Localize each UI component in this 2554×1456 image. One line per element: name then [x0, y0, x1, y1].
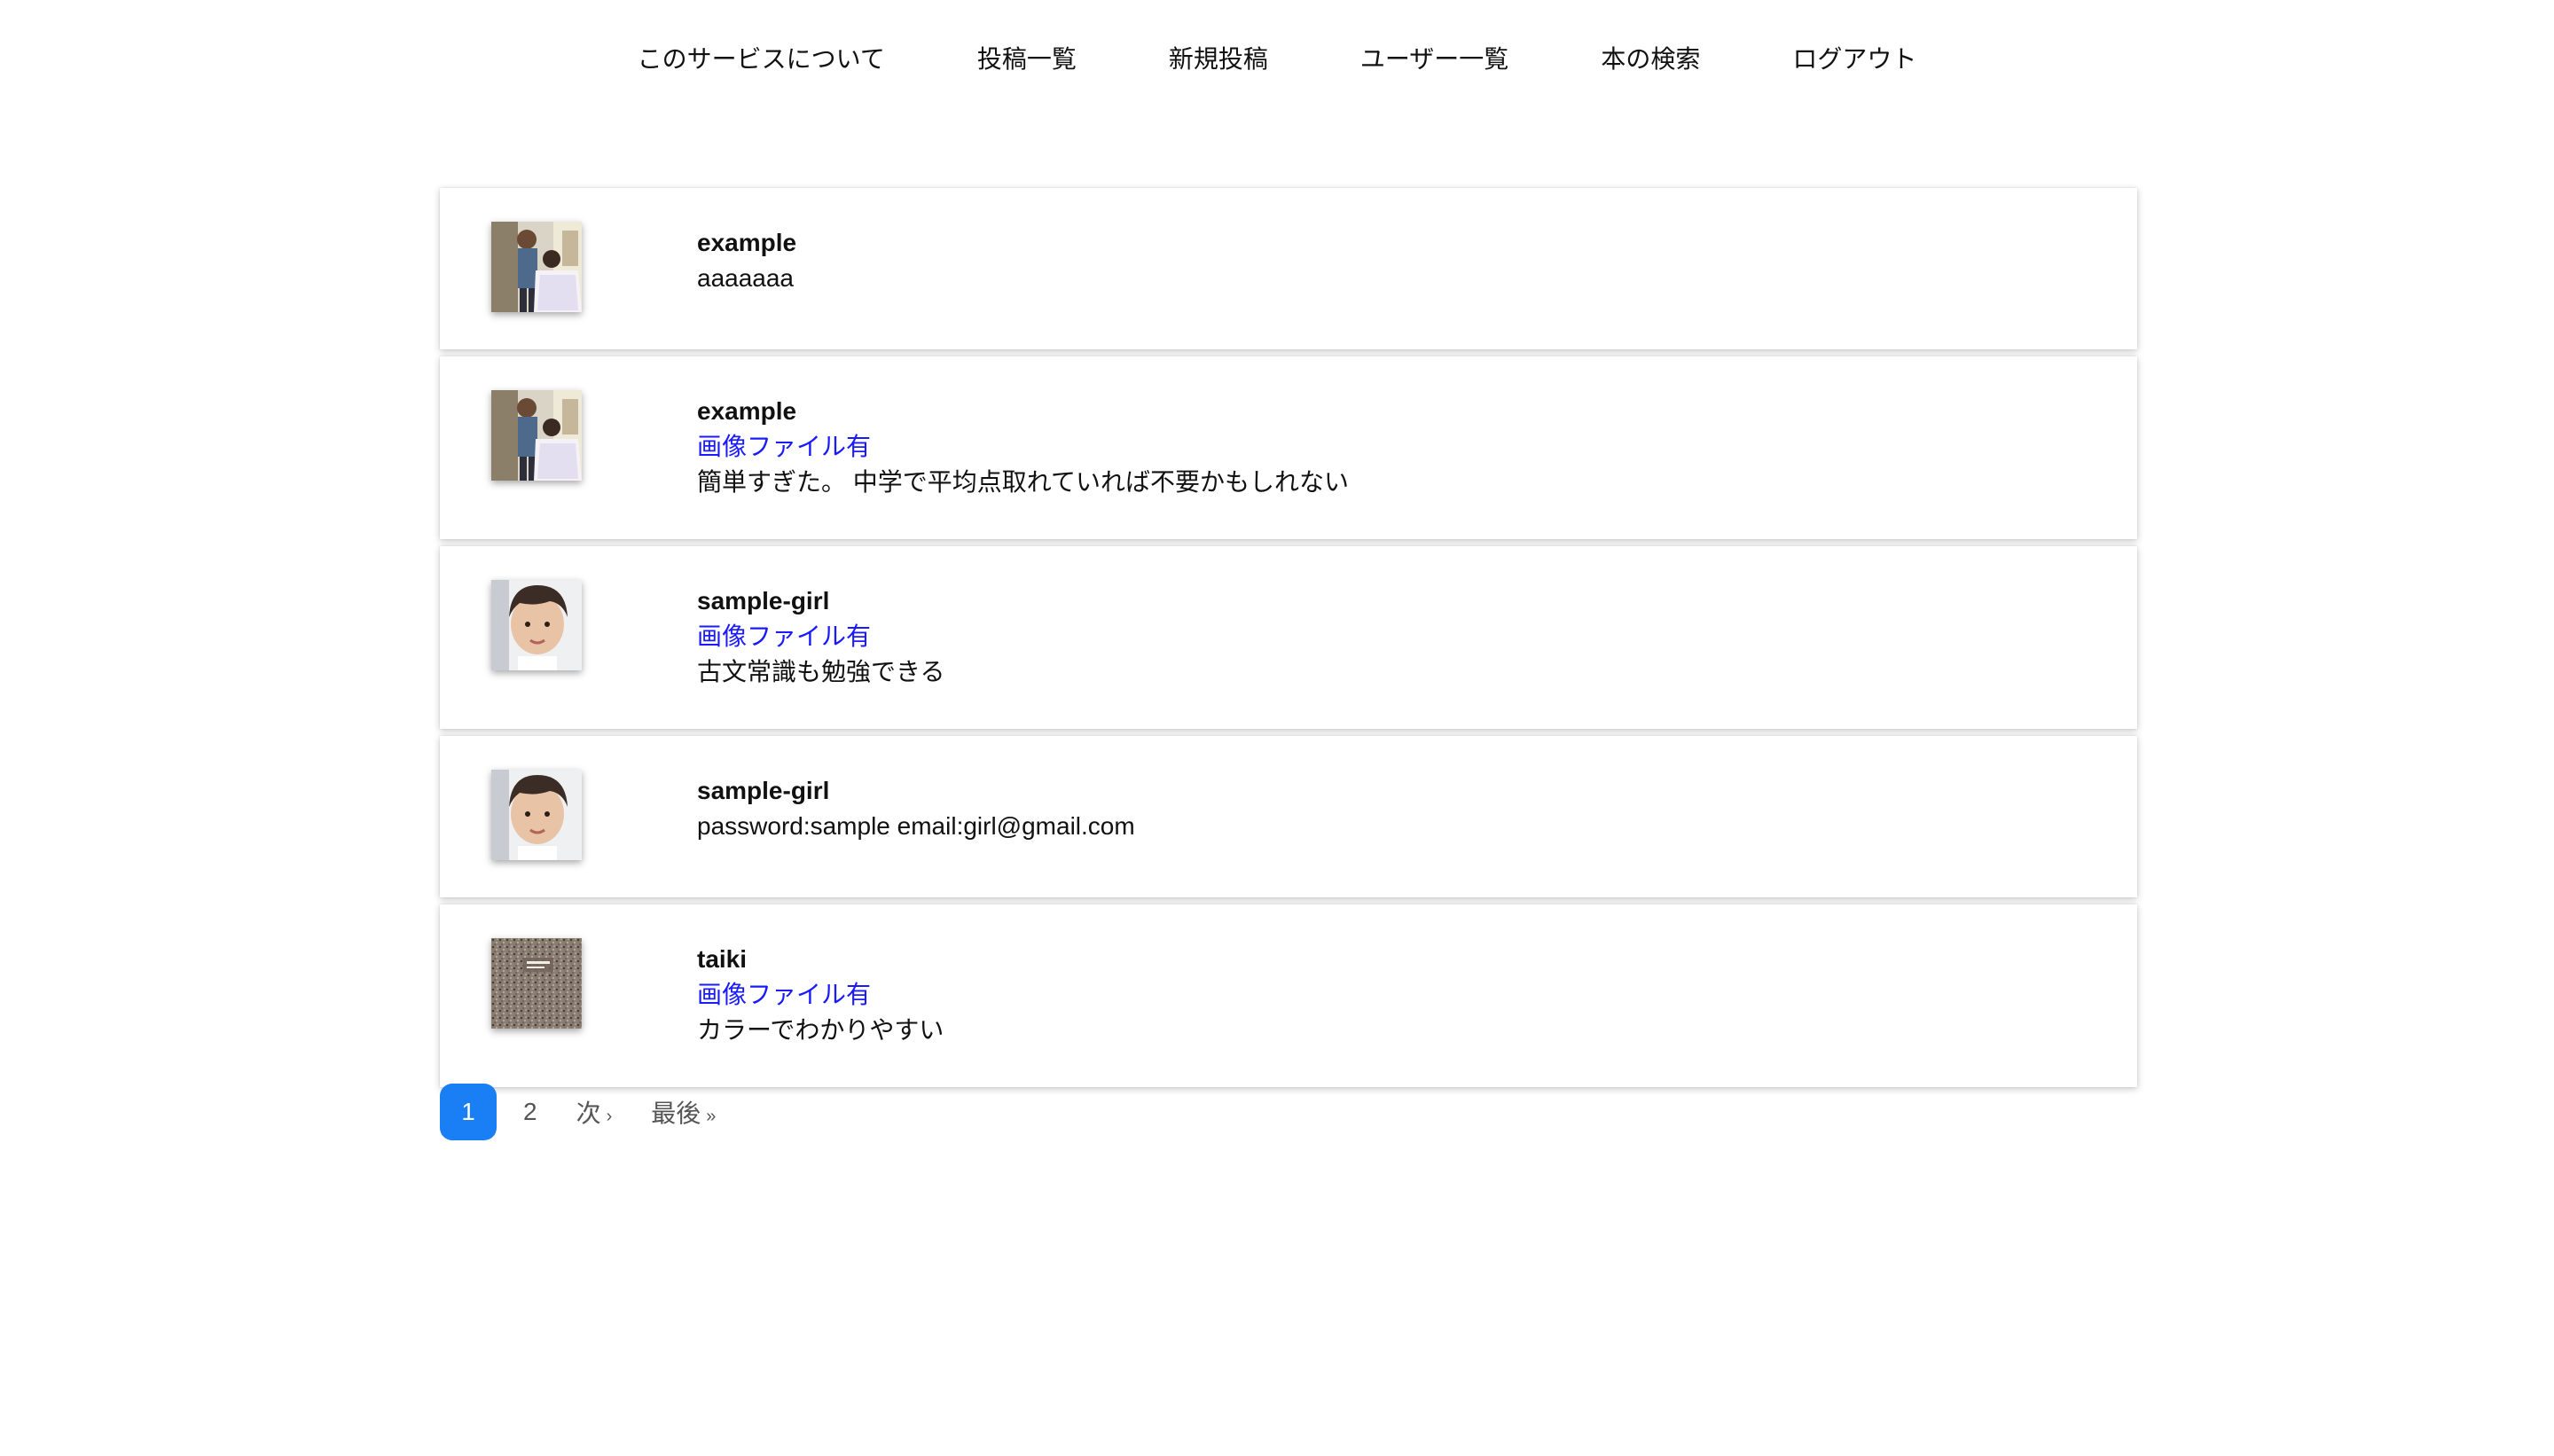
post-card: sample-girl password:sample email:girl@g… — [440, 736, 2137, 897]
double-chevron-right-icon: » — [706, 1107, 717, 1126]
post-content: 古文常識も勉強できる — [697, 658, 945, 685]
last-page-link[interactable]: 最後 » — [644, 1094, 723, 1130]
avatar[interactable] — [491, 390, 582, 481]
nav-logout[interactable]: ログアウト — [1792, 40, 1916, 75]
avatar[interactable] — [491, 580, 582, 670]
post-card: sample-girl 画像ファイル有 古文常識も勉強できる — [440, 546, 2137, 729]
post-card: example aaaaaaa — [440, 188, 2137, 349]
book-cover-photo-icon — [491, 938, 582, 1029]
last-page-label: 最後 — [651, 1100, 701, 1127]
nav-post-list[interactable]: 投稿一覧 — [977, 40, 1077, 75]
portrait-photo-icon — [491, 770, 582, 860]
avatar[interactable] — [491, 938, 582, 1029]
portrait-photo-icon — [491, 580, 582, 670]
nav-new-post[interactable]: 新規投稿 — [1169, 40, 1268, 75]
page-2-link[interactable]: 2 — [516, 1098, 544, 1126]
nav-about[interactable]: このサービスについて — [638, 40, 885, 75]
pagination: 1 2 次 › 最後» — [440, 1084, 723, 1140]
next-page-link[interactable]: 次 › — [569, 1094, 620, 1130]
post-username[interactable]: sample-girl — [697, 583, 2137, 619]
top-nav: このサービスについて 投稿一覧 新規投稿 ユーザー一覧 本の検索 ログアウト — [0, 35, 2554, 80]
post-username[interactable]: sample-girl — [697, 773, 2137, 809]
post-card: example 画像ファイル有 簡単すぎた。 中学で平均点取れていれば不要かもし… — [440, 356, 2137, 539]
barber-photo-icon — [491, 222, 582, 312]
next-page-label: 次 — [576, 1100, 601, 1127]
avatar[interactable] — [491, 222, 582, 312]
nav-book-search[interactable]: 本の検索 — [1601, 40, 1700, 75]
chevron-right-icon: › — [606, 1107, 613, 1126]
post-content: 簡単すぎた。 中学で平均点取れていれば不要かもしれない — [697, 468, 1349, 496]
post-username[interactable]: example — [697, 394, 2137, 429]
post-username[interactable]: taiki — [697, 942, 2137, 977]
image-file-link[interactable]: 画像ファイル有 — [697, 977, 2137, 1013]
post-content: password:sample email:girl@gmail.com — [697, 812, 1135, 840]
post-card: taiki 画像ファイル有 カラーでわかりやすい — [440, 904, 2137, 1087]
barber-photo-icon — [491, 390, 582, 481]
avatar[interactable] — [491, 770, 582, 860]
nav-user-list[interactable]: ユーザー一覧 — [1360, 40, 1508, 75]
image-file-link[interactable]: 画像ファイル有 — [697, 429, 2137, 465]
image-file-link[interactable]: 画像ファイル有 — [697, 619, 2137, 654]
post-username[interactable]: example — [697, 225, 2137, 261]
page-1-button[interactable]: 1 — [440, 1084, 497, 1140]
post-content: カラーでわかりやすい — [697, 1016, 944, 1044]
post-content: aaaaaaa — [697, 264, 795, 292]
post-list: example aaaaaaa example 画像ファイル有 簡単すぎた。 中… — [440, 188, 2137, 1094]
